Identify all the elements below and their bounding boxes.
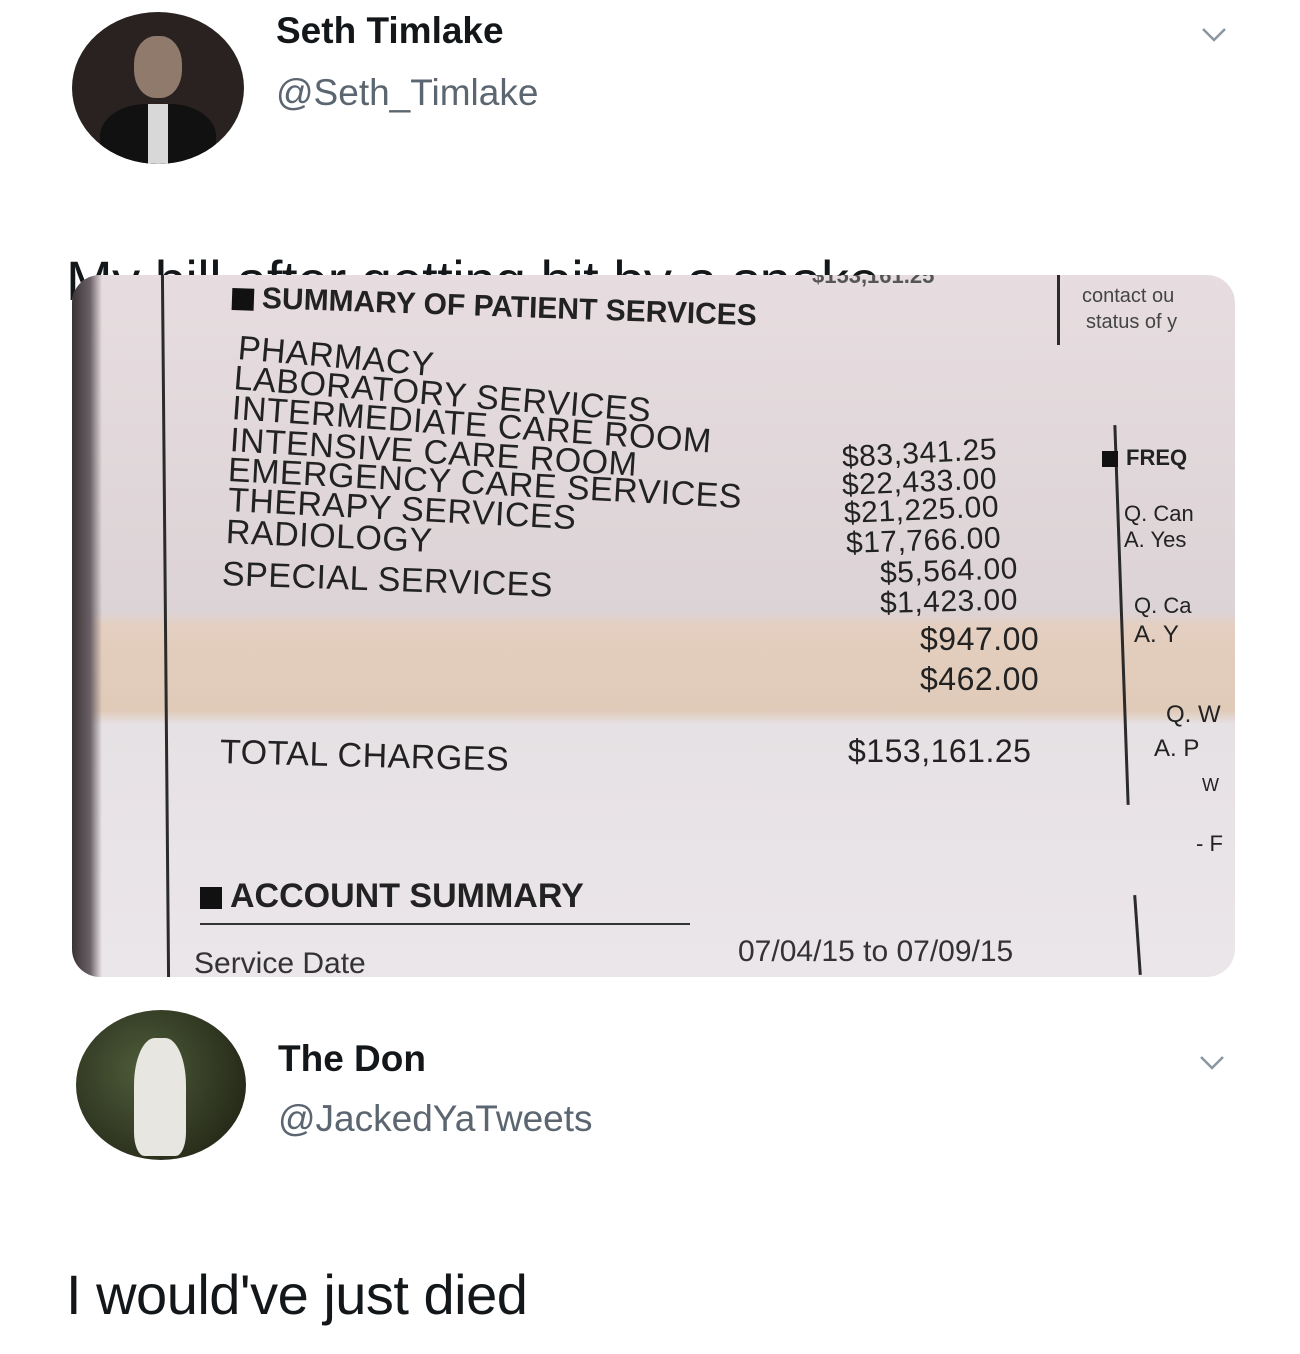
service-date-value: 07/04/15 to 07/09/15 bbox=[738, 935, 1014, 968]
account-summary-heading: ACCOUNT SUMMARY bbox=[200, 877, 584, 916]
bill-status-text: status of y bbox=[1086, 311, 1178, 333]
bill-faq-a2: A. Y bbox=[1134, 621, 1179, 648]
avatar[interactable] bbox=[76, 1010, 246, 1160]
total-charges-amount: $153,161.25 bbox=[848, 733, 1032, 769]
service-date-label: Service Date bbox=[194, 947, 366, 977]
chevron-down-icon[interactable] bbox=[1198, 1048, 1226, 1076]
bill-faq-q2: Q. Ca bbox=[1134, 593, 1192, 618]
author-handle[interactable]: @JackedYaTweets bbox=[278, 1098, 593, 1140]
summary-heading: SUMMARY OF PATIENT SERVICES bbox=[231, 281, 757, 333]
bill-faq-tail: - F bbox=[1196, 831, 1223, 856]
avatar[interactable] bbox=[72, 12, 244, 164]
bill-faq-q1: Q. Can bbox=[1124, 501, 1194, 526]
bill-partial-total: $153,161.25 bbox=[812, 275, 935, 288]
bill-contact-text: contact ou bbox=[1082, 285, 1175, 307]
bill-item-label: RADIOLOGY bbox=[225, 513, 434, 560]
bill-item-amount: $1,423.00 bbox=[879, 583, 1019, 620]
bill-faq-heading: FREQ bbox=[1102, 445, 1187, 471]
author-handle[interactable]: @Seth_Timlake bbox=[276, 72, 538, 114]
bill-faq-w: W bbox=[1202, 775, 1219, 795]
bill-item-amount: $947.00 bbox=[920, 621, 1040, 657]
author-name[interactable]: The Don bbox=[278, 1038, 426, 1080]
bill-faq-a3: A. P bbox=[1154, 735, 1200, 762]
tweet-photo[interactable]: $153,161.25 SUMMARY OF PATIENT SERVICES … bbox=[72, 275, 1235, 977]
total-charges-label: TOTAL CHARGES bbox=[219, 733, 510, 779]
tweet-text: I would've just died bbox=[66, 1263, 528, 1326]
author-name[interactable]: Seth Timlake bbox=[276, 10, 504, 52]
chevron-down-icon[interactable] bbox=[1200, 20, 1228, 48]
bill-item-amount: $462.00 bbox=[920, 661, 1040, 697]
bill-faq-a1: A. Yes bbox=[1124, 527, 1187, 552]
bill-item-label: SPECIAL SERVICES bbox=[221, 555, 554, 605]
account-summary-text: ACCOUNT SUMMARY bbox=[230, 877, 584, 915]
summary-heading-text: SUMMARY OF PATIENT SERVICES bbox=[261, 282, 758, 333]
bill-faq-q3: Q. W bbox=[1166, 701, 1221, 728]
bill-faq-text: FREQ bbox=[1126, 445, 1188, 470]
